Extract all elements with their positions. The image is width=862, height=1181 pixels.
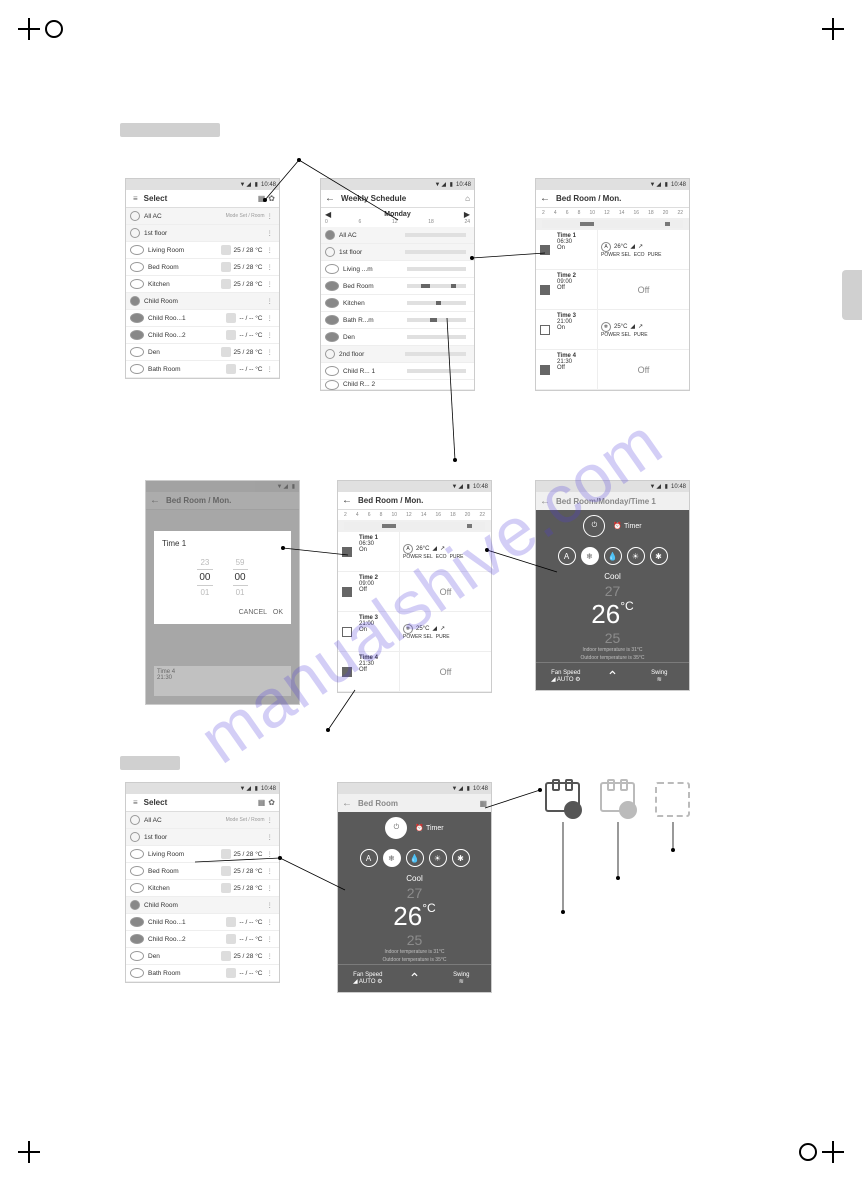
mode-auto[interactable]: A (360, 849, 378, 867)
schedule-icon-active (545, 782, 580, 817)
time-slot-3[interactable]: Time 321:00On❄25°C◢↗POWER SELPURE (536, 310, 689, 350)
swing-icon: ↗ (638, 243, 643, 250)
page-tab (842, 270, 862, 320)
back-icon[interactable]: ← (325, 193, 335, 204)
dialog-title: Time 1 (162, 539, 283, 548)
room-living[interactable]: Living Room (148, 247, 218, 254)
time-slot-1[interactable]: Time 106:30OnA26°C◢↗POWER SELECOPURE (536, 230, 689, 270)
temp-up[interactable]: 27 (536, 583, 689, 599)
schedule-icon-empty (655, 782, 690, 817)
cancel-button[interactable]: CANCEL (239, 609, 267, 616)
mode-icon (221, 245, 231, 255)
power-icon[interactable] (130, 228, 140, 238)
screen-control-bedroom: 10:48 ←Bed Room▦ ⏻⏰ Timer A ❄ 💧 ☀ ✱ Cool… (337, 782, 492, 993)
menu-icon[interactable]: ≡ (133, 194, 138, 203)
page-title: Select (144, 194, 255, 203)
swing-control[interactable]: Swing≋ (630, 663, 690, 690)
room-kitchen[interactable]: Kitchen (148, 281, 218, 288)
back-icon[interactable]: ← (540, 496, 550, 507)
more-icon[interactable]: ⋮ (265, 212, 276, 220)
time-picker-dialog: Time 1 230001 590001 CANCEL OK (154, 531, 291, 624)
next-day[interactable]: ▶ (464, 210, 470, 219)
home-icon[interactable]: ⌂ (465, 194, 470, 203)
mode-heat[interactable]: ☀ (429, 849, 447, 867)
schedule-icon[interactable]: ▦ (258, 194, 266, 203)
expand-icon[interactable]: ⌃ (596, 663, 630, 690)
ok-button[interactable]: OK (273, 609, 283, 616)
timer-icon[interactable]: ⏰ (415, 825, 424, 832)
screen-weekly: 10:48 ←Weekly Schedule⌂ ◀Monday▶ 0612182… (320, 178, 475, 391)
screen-bedroom-mon-2: 10:48 ←Bed Room / Mon. 24681012141618202… (337, 480, 492, 693)
room-bed[interactable]: Bed Room (148, 264, 218, 271)
screen-select-2: 10:48 ≡Select▦✿ All ACMode Set / Room⋮ 1… (125, 782, 280, 983)
time-wheel[interactable]: 230001 590001 (162, 556, 283, 599)
swing-icon: ↗ (638, 323, 643, 330)
mode-auto[interactable]: A (558, 547, 576, 565)
screen-bedroom-mon: 10:48 ←Bed Room / Mon. 24681012141618202… (535, 178, 690, 391)
fan-speed[interactable]: Fan Speed◢ AUTO ⚙ (536, 663, 596, 690)
checkbox[interactable] (540, 245, 550, 255)
group-all[interactable]: All AC (144, 213, 226, 220)
timer-icon[interactable]: ⏰ (613, 523, 622, 530)
more-icon[interactable]: ⋮ (265, 229, 276, 237)
mode-auto-icon: A (601, 242, 611, 252)
settings-icon[interactable]: ✿ (268, 194, 275, 203)
power-button[interactable]: ⏻ (583, 515, 605, 537)
mode-cool-icon: ❄ (601, 322, 611, 332)
time-slot-2[interactable]: Time 209:00OffOff (536, 270, 689, 310)
back-icon[interactable]: ← (540, 193, 550, 204)
power-button[interactable]: ⏻ (385, 817, 407, 839)
schedule-shortcut-icon[interactable]: ▦ (479, 799, 487, 808)
mode-fan[interactable]: ✱ (452, 849, 470, 867)
current-temp: 26°C (536, 599, 689, 630)
mode-cool[interactable]: ❄ (581, 547, 599, 565)
status-bar: 10:48 (126, 179, 279, 190)
mode-dry[interactable]: 💧 (406, 849, 424, 867)
screen-time-picker: ←Bed Room / Mon. Time 421:30 Time 1 2300… (145, 480, 300, 705)
screen-select: 10:48 ≡ Select ▦ ✿ All ACMode Set / Room… (125, 178, 280, 379)
mode-heat[interactable]: ☀ (627, 547, 645, 565)
group-1f[interactable]: 1st floor (144, 230, 265, 237)
prev-day[interactable]: ◀ (325, 210, 331, 219)
group-child[interactable]: Child Room (144, 298, 265, 305)
screen-control-scheduled: 10:48 ←Bed Room/Monday/Time 1 ⏻⏰ Timer A… (535, 480, 690, 691)
schedule-icon-inactive (600, 782, 635, 817)
mode-cool[interactable]: ❄ (383, 849, 401, 867)
temp-down[interactable]: 25 (536, 630, 689, 646)
mode-fan[interactable]: ✱ (650, 547, 668, 565)
time-slot-4[interactable]: Time 421:30OffOff (536, 350, 689, 390)
mode-dry[interactable]: 💧 (604, 547, 622, 565)
power-icon[interactable] (130, 211, 140, 221)
